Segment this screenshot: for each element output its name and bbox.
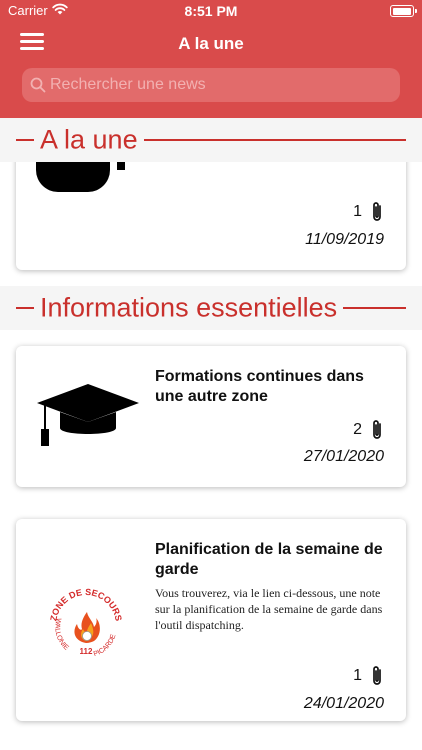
battery-level bbox=[392, 7, 411, 15]
news-card[interactable]: 1 11/09/2019 bbox=[16, 146, 406, 270]
paperclip-icon bbox=[373, 420, 381, 439]
status-bar: Carrier 8:51 PM bbox=[0, 0, 422, 22]
attachment-count: 1 bbox=[353, 667, 362, 684]
card-description: Vous trouverez, via le lien ci-dessous, … bbox=[155, 586, 383, 632]
page-title: A la une bbox=[178, 34, 244, 53]
logo-left-text: WALLONIE bbox=[53, 617, 70, 652]
card-image bbox=[117, 162, 125, 170]
news-card[interactable]: Formations continues dans une autre zone… bbox=[16, 346, 406, 487]
battery-icon bbox=[390, 5, 417, 17]
logo-number: 112 bbox=[80, 647, 93, 656]
section-title: A la une bbox=[34, 124, 144, 156]
card-title: Planification de la semaine de garde bbox=[155, 541, 383, 578]
zone-de-secours-logo: ZONE DE SECOURS WALLONIE PICARDE 112 bbox=[48, 587, 124, 658]
search-bar[interactable] bbox=[22, 68, 400, 102]
paperclip-icon bbox=[373, 666, 381, 685]
card-date: 11/09/2019 bbox=[305, 231, 384, 248]
attachment-indicator: 1 bbox=[353, 200, 384, 224]
app-header: Carrier 8:51 PM A la une bbox=[0, 0, 422, 118]
clock: 8:51 PM bbox=[184, 3, 238, 19]
attachment-indicator: 2 bbox=[353, 418, 384, 442]
paperclip-icon bbox=[373, 202, 381, 221]
section-header: A la une bbox=[0, 118, 422, 162]
section-title: Informations essentielles bbox=[34, 292, 344, 324]
graduation-cap-icon bbox=[37, 384, 139, 446]
card-title: Formations continues dans une autre zone bbox=[155, 368, 364, 405]
news-card[interactable]: ZONE DE SECOURS WALLONIE PICARDE 112 Pla… bbox=[16, 519, 406, 721]
attachment-count: 2 bbox=[353, 421, 362, 438]
search-icon bbox=[30, 77, 46, 93]
card-date: 27/01/2020 bbox=[303, 448, 384, 465]
svg-text:WALLONIE: WALLONIE bbox=[53, 617, 70, 652]
search-input[interactable] bbox=[50, 68, 390, 102]
section-header: Informations essentielles bbox=[0, 286, 422, 330]
card-date: 24/01/2020 bbox=[303, 695, 384, 712]
attachment-count: 1 bbox=[353, 203, 362, 220]
attachment-indicator: 1 bbox=[353, 664, 384, 688]
